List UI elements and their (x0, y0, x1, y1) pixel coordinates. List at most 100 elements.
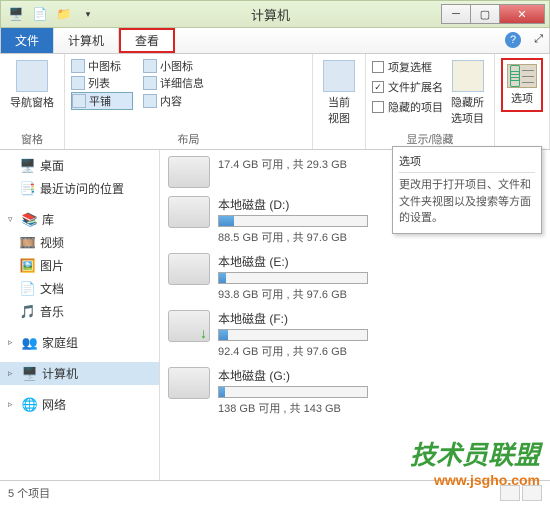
expand-icon[interactable]: ▹ (8, 399, 18, 410)
ribbon-group-panes: 导航窗格 窗格 (0, 54, 65, 149)
expand-icon[interactable]: ▹ (8, 337, 18, 348)
status-view-buttons (500, 485, 542, 501)
library-icon: 📚 (22, 212, 38, 228)
medium-icon (71, 59, 85, 73)
drive-bar (218, 272, 368, 284)
close-button[interactable]: ✕ (499, 4, 545, 24)
drive-bar (218, 215, 368, 227)
drive-bar (218, 329, 368, 341)
content-icon (143, 94, 157, 108)
nav-pane-button[interactable]: 导航窗格 (6, 58, 58, 112)
desktop-icon: 🖥️ (20, 158, 36, 174)
sidebar-desktop[interactable]: 🖥️桌面 (0, 154, 159, 177)
hide-icon (452, 60, 484, 92)
qat-newfolder-icon[interactable]: 📁 (53, 4, 75, 24)
sidebar-network[interactable]: ▹🌐网络 (0, 393, 159, 416)
current-view-label: 当前 视图 (328, 94, 350, 126)
ribbon-group-showhide: 项复选框 ✓文件扩展名 隐藏的项目 隐藏所 选项目 显示/隐藏 (366, 54, 495, 149)
drive-bar (218, 386, 368, 398)
recent-icon: 📑 (20, 181, 36, 197)
quick-access-toolbar: 🖥️ 📄 📁 ▾ (5, 4, 99, 24)
layout-gallery[interactable]: 中图标 小图标 列表 详细信息 平铺 内容 (71, 58, 205, 110)
drive-name: 本地磁盘 (F:) (218, 310, 542, 327)
drive-download-icon (168, 310, 210, 342)
sidebar-music[interactable]: 🎵音乐 (0, 300, 159, 323)
navigation-sidebar: 🖥️桌面 📑最近访问的位置 ▿📚库 🎞️视频 🖼️图片 📄文档 🎵音乐 ▹👥家庭… (0, 150, 160, 480)
maximize-button[interactable]: ▢ (470, 4, 500, 24)
titlebar: 🖥️ 📄 📁 ▾ 计算机 ─ ▢ ✕ (0, 0, 550, 28)
layout-list[interactable]: 列表 (71, 75, 133, 91)
music-icon: 🎵 (20, 304, 36, 320)
group-label-showhide: 显示/隐藏 (372, 129, 488, 147)
homegroup-icon: 👥 (22, 335, 38, 351)
ribbon-tabs: 文件 计算机 查看 ? ⤢ (0, 28, 550, 54)
minimize-button[interactable]: ─ (441, 4, 471, 24)
tiles-view-button[interactable] (522, 485, 542, 501)
help-icon[interactable]: ? (505, 32, 521, 48)
drive-item[interactable]: 本地磁盘 (E:) 93.8 GB 可用 , 共 97.6 GB (166, 249, 544, 306)
drive-icon (168, 367, 210, 399)
expand-icon[interactable]: ▹ (8, 368, 18, 379)
drive-icon (168, 196, 210, 228)
tab-file[interactable]: 文件 (1, 28, 54, 53)
options-button[interactable]: 选项 (501, 58, 543, 112)
group-label-panes: 窗格 (6, 129, 58, 147)
sidebar-recent[interactable]: 📑最近访问的位置 (0, 177, 159, 200)
details-icon (143, 76, 157, 90)
layout-medium[interactable]: 中图标 (71, 58, 133, 74)
video-icon: 🎞️ (20, 235, 36, 251)
sidebar-homegroup[interactable]: ▹👥家庭组 (0, 331, 159, 354)
drive-icon (168, 156, 210, 188)
hide-selected-button[interactable]: 隐藏所 选项目 (447, 58, 488, 128)
current-view-icon (323, 60, 355, 92)
checkbox-icon (372, 61, 384, 73)
check-hidden[interactable]: 隐藏的项目 (372, 98, 443, 116)
drive-name: 本地磁盘 (G:) (218, 367, 542, 384)
options-tooltip: 选项 更改用于打开项目、文件和文件夹视图以及搜索等方面的设置。 (392, 146, 542, 234)
qat-dropdown-icon[interactable]: ▾ (77, 4, 99, 24)
sidebar-computer[interactable]: ▹🖥️计算机 (0, 362, 159, 385)
network-icon: 🌐 (22, 397, 38, 413)
check-extensions[interactable]: ✓文件扩展名 (372, 78, 443, 96)
sidebar-videos[interactable]: 🎞️视频 (0, 231, 159, 254)
layout-tiles[interactable]: 平铺 (71, 92, 133, 110)
drive-icon (168, 253, 210, 285)
collapse-ribbon-icon[interactable]: ⤢ (534, 33, 543, 46)
app-icon[interactable]: 🖥️ (5, 4, 27, 24)
layout-small[interactable]: 小图标 (143, 58, 205, 74)
picture-icon: 🖼️ (20, 258, 36, 274)
status-count: 5 个项目 (8, 485, 50, 501)
checkbox-checked-icon: ✓ (372, 81, 384, 93)
tooltip-body: 更改用于打开项目、文件和文件夹视图以及搜索等方面的设置。 (399, 177, 535, 227)
computer-icon: 🖥️ (22, 366, 38, 382)
qat-properties-icon[interactable]: 📄 (29, 4, 51, 24)
sidebar-libraries[interactable]: ▿📚库 (0, 208, 159, 231)
drive-free: 92.4 GB 可用 , 共 97.6 GB (218, 343, 542, 359)
drive-name: 本地磁盘 (E:) (218, 253, 542, 270)
ribbon-group-options: 选项 (495, 54, 550, 149)
drive-item[interactable]: 本地磁盘 (G:) 138 GB 可用 , 共 143 GB (166, 363, 544, 420)
nav-pane-label: 导航窗格 (10, 94, 54, 110)
tiles-icon (72, 94, 86, 108)
layout-content[interactable]: 内容 (143, 92, 205, 110)
drive-free: 93.8 GB 可用 , 共 97.6 GB (218, 286, 542, 302)
ribbon-group-layout: 中图标 小图标 列表 详细信息 平铺 内容 布局 (65, 54, 313, 149)
sidebar-documents[interactable]: 📄文档 (0, 277, 159, 300)
details-view-button[interactable] (500, 485, 520, 501)
small-icon (143, 59, 157, 73)
expand-icon[interactable]: ▿ (8, 214, 18, 225)
drive-free: 138 GB 可用 , 共 143 GB (218, 400, 542, 416)
layout-details[interactable]: 详细信息 (143, 75, 205, 91)
ribbon: 导航窗格 窗格 中图标 小图标 列表 详细信息 平铺 内容 布局 (0, 54, 550, 150)
sidebar-pictures[interactable]: 🖼️图片 (0, 254, 159, 277)
check-itemboxes[interactable]: 项复选框 (372, 58, 443, 76)
tooltip-title: 选项 (399, 153, 535, 173)
current-view-button[interactable]: 当前 视图 (319, 58, 359, 128)
window-controls: ─ ▢ ✕ (442, 4, 545, 24)
drive-item[interactable]: 本地磁盘 (F:) 92.4 GB 可用 , 共 97.6 GB (166, 306, 544, 363)
document-icon: 📄 (20, 281, 36, 297)
ribbon-group-current: 当前 视图 (313, 54, 366, 149)
tab-view[interactable]: 查看 (119, 28, 175, 53)
nav-pane-icon (16, 60, 48, 92)
tab-computer[interactable]: 计算机 (54, 28, 119, 53)
